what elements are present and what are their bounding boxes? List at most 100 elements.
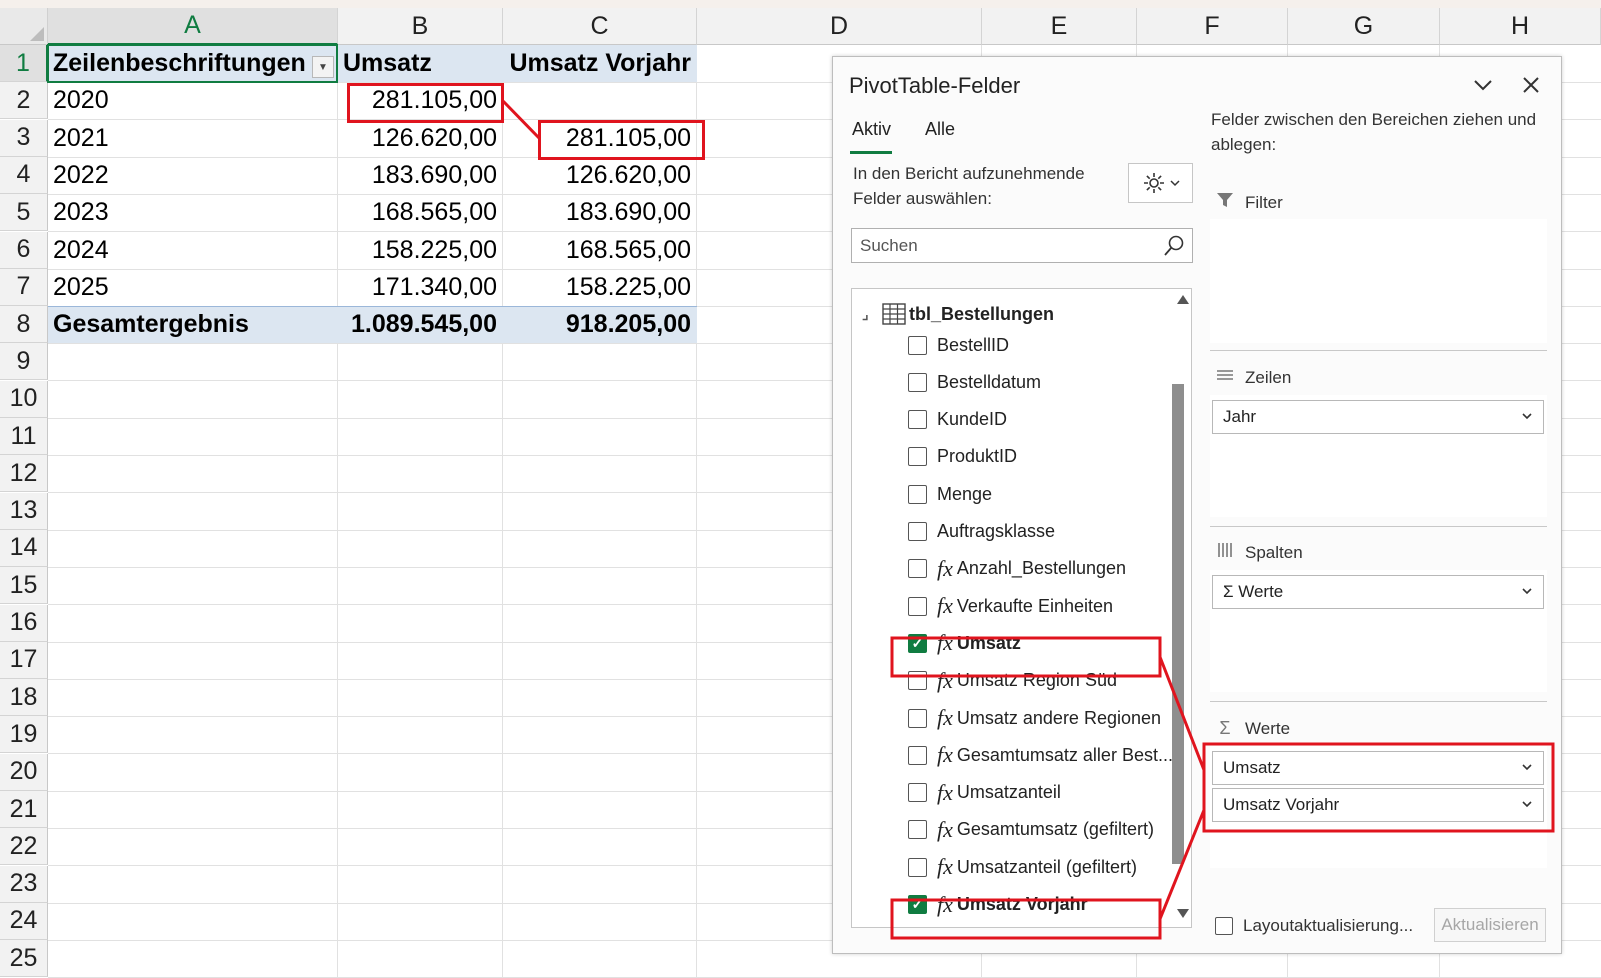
row-labels-filter-dropdown[interactable]: ▼ — [312, 56, 334, 78]
field-item-produktid[interactable]: ProduktID — [908, 442, 1017, 472]
field-item-umsatz-vorjahr[interactable]: ✓ fx Umsatz Vorjahr — [908, 890, 1088, 920]
pivot-row-label[interactable]: 2021 — [48, 120, 338, 157]
checkbox[interactable] — [1215, 917, 1233, 935]
field-item-auftragsklasse[interactable]: Auftragsklasse — [908, 517, 1055, 547]
scroll-thumb[interactable] — [1172, 384, 1184, 864]
field-checkbox[interactable] — [908, 783, 927, 803]
pivot-row-label[interactable]: 2022 — [48, 157, 338, 194]
row-header-20[interactable]: 20 — [0, 753, 48, 791]
field-checkbox[interactable] — [908, 447, 927, 467]
pivot-value-umsatz[interactable]: 126.620,00 — [338, 120, 503, 157]
row-header-8[interactable]: 8 — [0, 306, 48, 344]
row-header-3[interactable]: 3 — [0, 119, 48, 157]
pivot-value-umsatz[interactable]: 171.340,00 — [338, 269, 503, 306]
values-field-umsatz-vorjahr[interactable]: Umsatz Vorjahr — [1212, 788, 1544, 822]
column-header-b[interactable]: B — [338, 8, 503, 45]
row-header-4[interactable]: 4 — [0, 156, 48, 194]
row-header-1[interactable]: 1 — [0, 45, 48, 82]
rows-field-jahr[interactable]: Jahr — [1212, 400, 1544, 434]
close-icon[interactable] — [1517, 71, 1545, 99]
row-header-9[interactable]: 9 — [0, 343, 48, 381]
row-header-16[interactable]: 16 — [0, 604, 48, 642]
tab-aktiv[interactable]: Aktiv — [852, 119, 891, 140]
field-item-verkaufte-einheiten[interactable]: fx Verkaufte Einheiten — [908, 591, 1113, 621]
pivot-value-umsatz-vorjahr[interactable]: 183.690,00 — [503, 194, 697, 231]
field-checkbox[interactable] — [908, 745, 927, 765]
pivot-value-umsatz[interactable]: 158.225,00 — [338, 232, 503, 269]
field-checkbox[interactable] — [908, 559, 927, 579]
pivot-value-umsatz-vorjahr[interactable]: 158.225,00 — [503, 269, 697, 306]
row-header-2[interactable]: 2 — [0, 82, 48, 120]
pivot-row-label[interactable]: 2023 — [48, 194, 338, 231]
pivot-row-label[interactable]: 2025 — [48, 269, 338, 306]
row-header-15[interactable]: 15 — [0, 567, 48, 605]
row-header-6[interactable]: 6 — [0, 231, 48, 269]
row-header-18[interactable]: 18 — [0, 679, 48, 717]
row-header-19[interactable]: 19 — [0, 716, 48, 754]
pivot-header-umsatz-vorjahr[interactable]: Umsatz Vorjahr — [503, 45, 697, 82]
row-header-22[interactable]: 22 — [0, 828, 48, 866]
active-cell-a1[interactable] — [47, 44, 338, 83]
pivot-value-umsatz-vorjahr[interactable] — [503, 82, 697, 119]
field-item-umsatz-region-süd[interactable]: fx Umsatz Region Süd — [908, 666, 1117, 696]
pivot-total-umsatz-vorjahr[interactable]: 918.205,00 — [503, 306, 697, 343]
search-icon[interactable] — [1162, 234, 1186, 258]
row-header-11[interactable]: 11 — [0, 418, 48, 455]
field-checkbox[interactable]: ✓ — [908, 895, 927, 914]
pivot-row-label[interactable]: 2024 — [48, 232, 338, 269]
tab-alle[interactable]: Alle — [925, 119, 955, 140]
field-item-umsatzanteil[interactable]: fx Umsatzanteil — [908, 778, 1061, 808]
pivot-value-umsatz[interactable]: 281.105,00 — [338, 82, 503, 119]
field-checkbox[interactable] — [908, 484, 927, 504]
row-header-14[interactable]: 14 — [0, 529, 48, 567]
field-search-input[interactable]: Suchen — [851, 228, 1193, 263]
row-header-12[interactable]: 12 — [0, 455, 48, 493]
select-all-corner[interactable] — [0, 8, 48, 45]
field-checkbox[interactable] — [908, 708, 927, 728]
row-header-23[interactable]: 23 — [0, 865, 48, 903]
values-field-umsatz[interactable]: Umsatz — [1212, 751, 1544, 785]
field-list[interactable]: ⌟ tbl_Bestellungen BestellID Bestelldatum… — [851, 288, 1192, 928]
pane-options-chevron-icon[interactable] — [1469, 71, 1497, 99]
field-item-umsatzanteil-gefiltert[interactable]: fx Umsatzanteil (gefiltert) — [908, 852, 1137, 882]
collapse-icon[interactable]: ⌟ — [862, 306, 876, 323]
row-header-10[interactable]: 10 — [0, 380, 48, 418]
pivot-value-umsatz-vorjahr[interactable]: 168.565,00 — [503, 232, 697, 269]
field-checkbox[interactable] — [908, 671, 927, 691]
column-header-d[interactable]: D — [697, 8, 982, 45]
pivot-value-umsatz[interactable]: 183.690,00 — [338, 157, 503, 194]
field-item-anzahl-bestellungen[interactable]: fx Anzahl_Bestellungen — [908, 554, 1126, 584]
field-checkbox[interactable] — [908, 410, 927, 430]
row-header-5[interactable]: 5 — [0, 194, 48, 232]
field-checkbox[interactable] — [908, 335, 927, 355]
pivot-value-umsatz-vorjahr[interactable]: 281.105,00 — [503, 120, 697, 157]
column-header-f[interactable]: F — [1137, 8, 1288, 45]
update-button[interactable]: Aktualisieren — [1434, 908, 1546, 942]
scroll-down-arrow-icon[interactable] — [1177, 909, 1189, 918]
field-checkbox[interactable]: ✓ — [908, 633, 927, 653]
row-header-7[interactable]: 7 — [0, 268, 48, 306]
row-header-13[interactable]: 13 — [0, 492, 48, 530]
row-header-25[interactable]: 25 — [0, 940, 48, 978]
scroll-up-arrow-icon[interactable] — [1177, 295, 1189, 304]
field-settings-button[interactable] — [1128, 163, 1193, 203]
row-header-21[interactable]: 21 — [0, 791, 48, 828]
field-checkbox[interactable] — [908, 857, 927, 877]
pivot-value-umsatz[interactable]: 168.565,00 — [338, 194, 503, 231]
pivot-header-umsatz[interactable]: Umsatz — [338, 45, 503, 82]
field-checkbox[interactable] — [908, 522, 927, 541]
field-item-bestellid[interactable]: BestellID — [908, 330, 1009, 360]
filter-area-drop[interactable] — [1210, 219, 1547, 343]
field-item-kundeid[interactable]: KundeID — [908, 405, 1007, 435]
columns-field-werte[interactable]: Σ Werte — [1212, 575, 1544, 609]
table-node[interactable]: ⌟ tbl_Bestellungen — [862, 303, 1054, 325]
field-item-umsatz-andere-regionen[interactable]: fx Umsatz andere Regionen — [908, 703, 1161, 733]
column-header-c[interactable]: C — [503, 8, 697, 45]
pivot-total-label[interactable]: Gesamtergebnis — [48, 306, 338, 343]
defer-layout-update-checkbox[interactable]: Layoutaktualisierung... — [1215, 916, 1413, 936]
field-item-gesamtumsatz-aller-best[interactable]: fx Gesamtumsatz aller Best... — [908, 740, 1173, 770]
pivot-row-label[interactable]: 2020 — [48, 82, 338, 119]
field-checkbox[interactable] — [908, 820, 927, 840]
column-header-h[interactable]: H — [1440, 8, 1601, 45]
field-checkbox[interactable] — [908, 596, 927, 616]
